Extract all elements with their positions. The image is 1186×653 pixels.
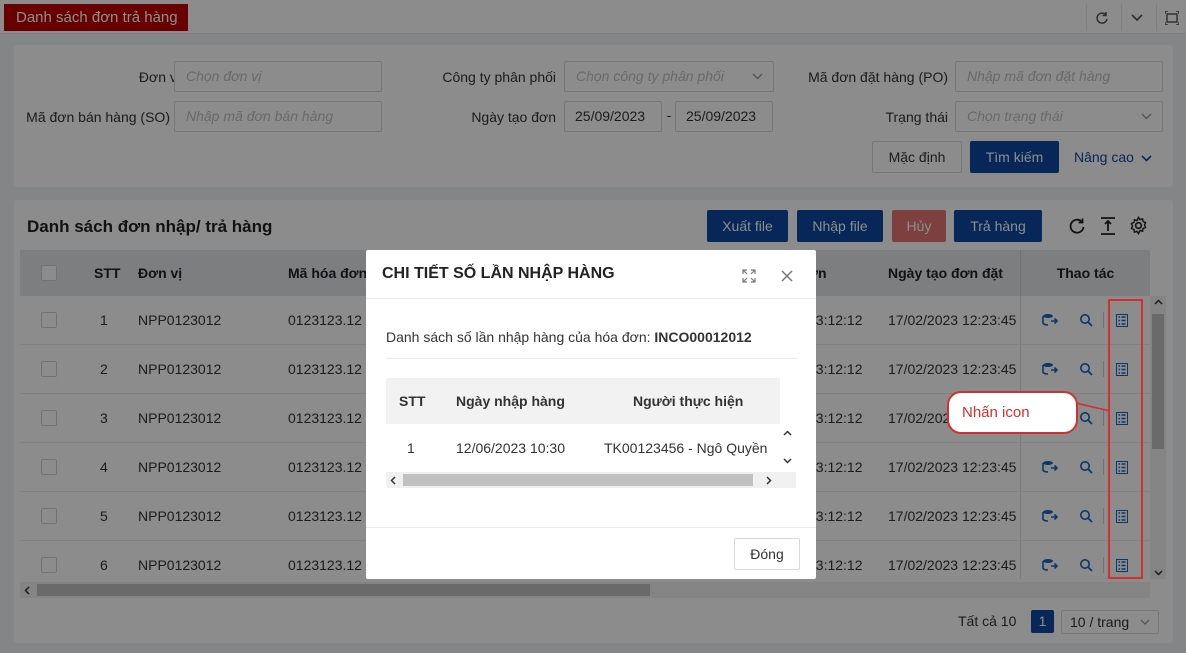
modal-col-nguoi: Người thực hiện: [633, 393, 744, 409]
scroll-down-icon[interactable]: [783, 458, 792, 464]
close-icon[interactable]: [780, 269, 794, 286]
annotation-callout: Nhấn icon: [947, 391, 1078, 434]
modal-table-header: STT Ngày nhập hàng Người thực hiện: [386, 378, 780, 424]
modal-col-stt: STT: [399, 393, 426, 409]
modal-col-ngay: Ngày nhập hàng: [456, 393, 565, 409]
highlight-box: [1108, 299, 1143, 579]
modal-description-prefix: Danh sách số lần nhập hàng của hóa đơn:: [386, 329, 655, 345]
modal-table: STT Ngày nhập hàng Người thực hiện 1 12/…: [386, 378, 796, 488]
modal-scroll-thumb[interactable]: [403, 474, 753, 486]
modal-horizontal-scrollbar[interactable]: [386, 472, 796, 488]
scroll-up-icon[interactable]: [783, 430, 792, 436]
modal-description: Danh sách số lần nhập hàng của hóa đơn: …: [386, 329, 752, 345]
annotation-arrow: [1076, 402, 1111, 412]
modal-header-divider: [366, 298, 816, 299]
modal-table-row: 1 12/06/2023 10:30 TK00123456 - Ngô Quyề…: [386, 424, 780, 472]
maximize-icon[interactable]: [742, 269, 756, 286]
modal-vertical-scrollbar[interactable]: [780, 424, 796, 472]
scroll-left-icon[interactable]: [390, 476, 396, 485]
modal-title: CHI TIẾT SỐ LẦN NHẬP HÀNG: [382, 265, 615, 282]
close-button[interactable]: Đóng: [734, 538, 800, 570]
modal-row-ngay: 12/06/2023 10:30: [456, 440, 565, 456]
scroll-right-icon[interactable]: [766, 476, 772, 485]
modal-row-stt: 1: [407, 440, 415, 456]
invoice-code: INCO00012012: [654, 329, 752, 345]
description-divider: [386, 358, 797, 359]
import-detail-modal: CHI TIẾT SỐ LẦN NHẬP HÀNG Danh sách số l…: [366, 250, 816, 579]
modal-row-nguoi: TK00123456 - Ngô Quyền: [604, 440, 768, 456]
modal-footer-divider: [366, 527, 816, 528]
